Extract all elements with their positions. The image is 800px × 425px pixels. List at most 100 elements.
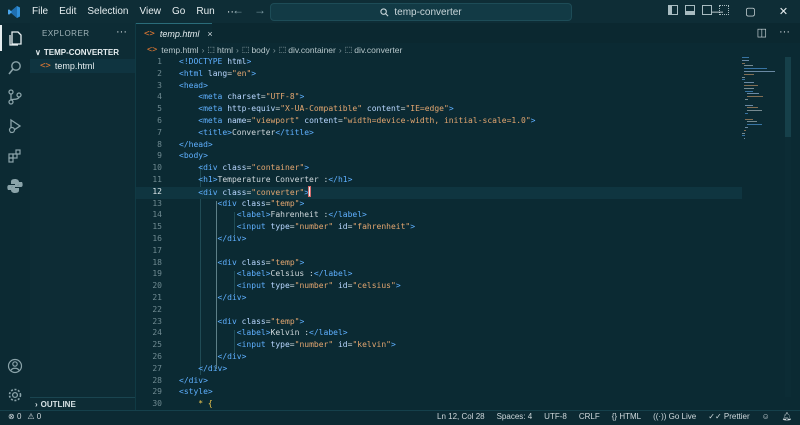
code-line[interactable]: 5 <meta http-equiv="X-UA-Compatible" con…: [136, 104, 742, 116]
encoding-status[interactable]: UTF-8: [544, 412, 567, 421]
prettier-status[interactable]: ✓✓ Prettier: [708, 412, 749, 421]
code-line[interactable]: 29 <style>: [136, 387, 742, 399]
code-text[interactable]: <!DOCTYPE html>: [179, 57, 251, 66]
code-text[interactable]: </head>: [179, 140, 213, 149]
cursor-position[interactable]: Ln 12, Col 28: [437, 412, 485, 421]
code-text[interactable]: <label>Celsius :</label>: [179, 269, 353, 278]
code-text[interactable]: <input type="number" id="fahrenheit">: [179, 222, 415, 231]
minimap[interactable]: [742, 57, 778, 147]
split-editor-icon[interactable]: ◫: [757, 26, 767, 39]
indentation-status[interactable]: Spaces: 4: [497, 412, 533, 421]
source-control-icon[interactable]: [0, 84, 30, 110]
search-activity-icon[interactable]: [0, 55, 30, 81]
tab-temp-html[interactable]: <> temp.html ×: [136, 23, 213, 43]
code-line[interactable]: 22: [136, 305, 742, 317]
code-text[interactable]: <h1>Temperature Converter :</h1>: [179, 175, 352, 184]
extensions-icon[interactable]: [0, 143, 30, 169]
file-item-temp-html[interactable]: <> temp.html: [30, 59, 135, 73]
code-line[interactable]: 20 <input type="number" id="celsius">: [136, 281, 742, 293]
run-debug-icon[interactable]: [0, 113, 30, 139]
code-line[interactable]: 23 <div class="temp">: [136, 317, 742, 329]
code-text[interactable]: <title>Converter</title>: [179, 128, 314, 137]
menu-edit[interactable]: Edit: [59, 6, 76, 17]
code-line[interactable]: 15 <input type="number" id="fahrenheit">: [136, 222, 742, 234]
code-text[interactable]: </div>: [179, 376, 208, 385]
feedback-icon[interactable]: ☺: [762, 412, 770, 421]
code-line[interactable]: 28 </div>: [136, 376, 742, 388]
code-line[interactable]: 1 <!DOCTYPE html>: [136, 57, 742, 69]
code-line[interactable]: 10 <div class="container">: [136, 163, 742, 175]
account-icon[interactable]: [0, 353, 30, 379]
code-text[interactable]: <style>: [179, 387, 213, 396]
code-text[interactable]: <meta name="viewport" content="width=dev…: [179, 116, 535, 125]
code-text[interactable]: <div class="converter">: [179, 185, 312, 197]
menu-go[interactable]: Go: [172, 6, 185, 17]
code-editor[interactable]: 1 <!DOCTYPE html> 2 <html lang="en"> 3 <head>…: [136, 57, 800, 410]
explorer-more-button[interactable]: ···: [116, 26, 127, 38]
toggle-panel-icon[interactable]: [685, 5, 695, 15]
code-text[interactable]: <input type="number" id="kelvin">: [179, 340, 396, 349]
code-text[interactable]: <div class="temp">: [179, 199, 305, 208]
code-text[interactable]: <meta charset="UTF-8">: [179, 92, 304, 101]
code-line[interactable]: 11 <h1>Temperature Converter :</h1>: [136, 175, 742, 187]
restore-window-icon[interactable]: ▢: [734, 0, 767, 23]
folder-temp-converter[interactable]: ∨ TEMP-CONVERTER: [30, 45, 135, 59]
menu-selection[interactable]: Selection: [87, 6, 128, 17]
code-text[interactable]: <head>: [179, 81, 208, 90]
minimize-window-icon[interactable]: —: [701, 0, 734, 23]
menu-run[interactable]: Run: [196, 6, 214, 17]
menu-view[interactable]: View: [140, 6, 162, 17]
breadcrumb-div-converter[interactable]: div.converter: [354, 45, 402, 55]
code-text[interactable]: <div class="temp">: [179, 258, 305, 267]
breadcrumb-html[interactable]: html: [217, 45, 233, 55]
settings-gear-icon[interactable]: [0, 382, 30, 408]
code-line[interactable]: 17: [136, 246, 742, 258]
code-text[interactable]: </div>: [179, 364, 227, 373]
code-line[interactable]: 18 <div class="temp">: [136, 258, 742, 270]
code-line[interactable]: 25 <input type="number" id="kelvin">: [136, 340, 742, 352]
language-mode[interactable]: {} HTML: [612, 412, 641, 421]
scrollbar-thumb[interactable]: [785, 57, 791, 137]
code-line[interactable]: 7 <title>Converter</title>: [136, 128, 742, 140]
code-line[interactable]: 27 </div>: [136, 364, 742, 376]
code-text[interactable]: <div class="temp">: [179, 317, 305, 326]
code-line[interactable]: 12 <div class="converter">: [136, 185, 742, 199]
vertical-scrollbar[interactable]: [785, 57, 791, 397]
errors-status[interactable]: ⊗ 0: [8, 412, 21, 421]
toggle-sidebar-icon[interactable]: [668, 5, 678, 15]
code-text[interactable]: <label>Kelvin :</label>: [179, 328, 348, 337]
code-line[interactable]: 4 <meta charset="UTF-8">: [136, 92, 742, 104]
notifications-bell-icon[interactable]: 🔔︎: [782, 412, 792, 421]
code-text[interactable]: <div class="container">: [179, 163, 309, 172]
code-line[interactable]: 9 <body>: [136, 151, 742, 163]
code-text[interactable]: * {: [179, 399, 212, 408]
code-text[interactable]: </div>: [179, 293, 247, 302]
close-tab-icon[interactable]: ×: [207, 29, 212, 39]
code-line[interactable]: 26 </div>: [136, 352, 742, 364]
breadcrumb-file[interactable]: temp.html: [161, 45, 198, 55]
code-line[interactable]: 8 </head>: [136, 140, 742, 152]
go-live-button[interactable]: ((·)) Go Live: [653, 412, 696, 421]
code-text[interactable]: <meta http-equiv="X-UA-Compatible" conte…: [179, 104, 453, 113]
menu-file[interactable]: File: [32, 6, 48, 17]
forward-arrow-icon[interactable]: →: [254, 3, 266, 17]
code-line[interactable]: 24 <label>Kelvin :</label>: [136, 328, 742, 340]
code-text[interactable]: <body>: [179, 151, 208, 160]
explorer-activity-icon[interactable]: [0, 25, 30, 51]
breadcrumb-body[interactable]: body: [251, 45, 269, 55]
outline-section[interactable]: › OUTLINE: [30, 397, 135, 411]
eol-status[interactable]: CRLF: [579, 412, 600, 421]
code-text[interactable]: </div>: [179, 352, 247, 361]
more-actions-button[interactable]: ···: [779, 26, 790, 39]
close-window-icon[interactable]: ✕: [767, 0, 800, 23]
code-text[interactable]: </div>: [179, 234, 247, 243]
warnings-status[interactable]: ⚠ 0: [27, 412, 41, 421]
back-arrow-icon[interactable]: ←: [232, 3, 244, 17]
code-text[interactable]: <label>Fahrenheit :</label>: [179, 210, 367, 219]
breadcrumb-div-container[interactable]: div.container: [288, 45, 336, 55]
command-center-search[interactable]: temp-converter: [270, 3, 572, 21]
code-line[interactable]: 14 <label>Fahrenheit :</label>: [136, 210, 742, 222]
code-line[interactable]: 13 <div class="temp">: [136, 199, 742, 211]
code-line[interactable]: 6 <meta name="viewport" content="width=d…: [136, 116, 742, 128]
code-line[interactable]: 16 </div>: [136, 234, 742, 246]
